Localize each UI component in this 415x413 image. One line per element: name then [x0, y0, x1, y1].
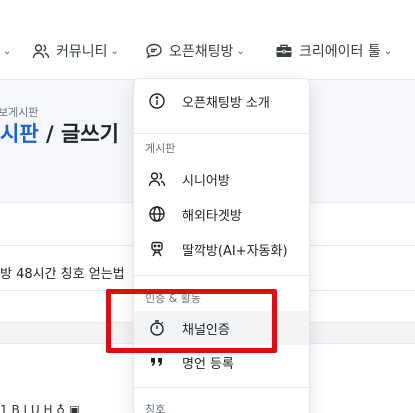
nav-creator-label: 크리에이터 툴 — [299, 44, 381, 60]
highlight-annotation-box — [106, 289, 277, 353]
page-title-separator: / — [38, 122, 61, 146]
menu-section-board: 게시판 — [145, 142, 176, 155]
menu-item-overseas[interactable]: 해외타겟방 — [134, 197, 309, 231]
menu-item-openchat-intro[interactable]: 오픈채팅방 소개 — [134, 84, 309, 118]
nav-openchat-label: 오픈채팅방 — [169, 44, 234, 60]
menu-divider — [134, 275, 309, 276]
post-title-input[interactable]: 방 48시간 칭호 얻는법 — [0, 263, 125, 282]
top-navigation: ⌄ 커뮤니티 ⌄ 오픈채팅방 ⌄ 크리에이터 툴 ⌄ — [0, 0, 415, 80]
robot-icon — [147, 239, 167, 259]
page-title-board[interactable]: 시판 — [0, 122, 39, 146]
menu-divider — [134, 387, 309, 388]
page-title: 시판 / 글쓰기 — [0, 118, 119, 148]
people-icon — [147, 169, 167, 189]
nav-overflow-chevron[interactable]: ⌄ — [0, 38, 11, 64]
menu-item-label: 딸깍방(AI+자동화) — [182, 243, 288, 259]
info-icon — [147, 91, 167, 111]
menu-item-label: 명언 등록 — [182, 356, 234, 372]
chevron-down-icon: ⌄ — [3, 45, 12, 57]
menu-section-title: 칭호 — [145, 403, 166, 413]
menu-item-senior[interactable]: 시니어방 — [134, 162, 309, 196]
chevron-down-icon: ⌄ — [110, 45, 119, 57]
menu-item-label: 시니어방 — [182, 173, 230, 189]
menu-item-ttalkkak[interactable]: 딸깍방(AI+자동화) — [134, 232, 309, 266]
menu-item-label: 오픈채팅방 소개 — [182, 95, 270, 111]
openchat-dropdown-menu: 오픈채팅방 소개 게시판 시니어방 해외타겟방 딸깍방(AI+자동화) 인증 &… — [133, 78, 310, 413]
nav-community-label: 커뮤니티 — [56, 44, 108, 60]
menu-divider — [134, 133, 309, 134]
quote-icon — [147, 352, 167, 372]
chevron-down-icon: ⌄ — [383, 45, 393, 57]
chat-bubble-icon — [145, 42, 163, 60]
menu-item-label: 해외타겟방 — [182, 208, 242, 224]
page-title-action: 글쓰기 — [60, 122, 119, 146]
nav-community[interactable]: 커뮤니티 ⌄ — [32, 38, 119, 64]
nav-openchat[interactable]: 오픈채팅방 ⌄ — [145, 38, 245, 64]
toolbox-icon — [275, 42, 293, 60]
people-icon — [32, 42, 50, 60]
nav-creator-tools[interactable]: 크리에이터 툴 ⌄ — [275, 38, 392, 64]
chevron-down-icon: ⌄ — [236, 45, 245, 57]
globe-icon — [147, 204, 167, 224]
